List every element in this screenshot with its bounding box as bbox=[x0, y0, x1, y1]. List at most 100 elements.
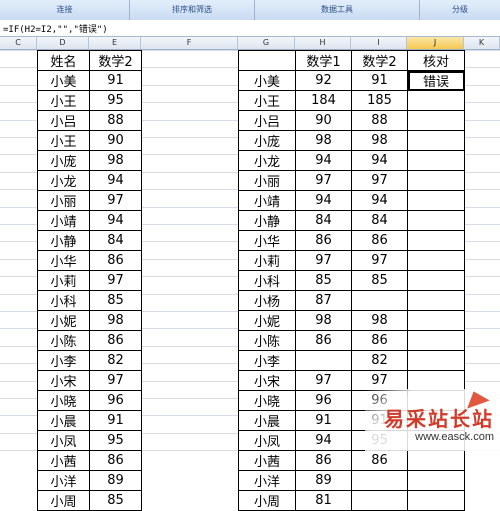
table-cell[interactable]: 85 bbox=[89, 290, 142, 311]
table-cell[interactable]: 86 bbox=[89, 330, 142, 351]
table-cell[interactable]: 98 bbox=[89, 310, 142, 331]
column-header-h[interactable]: H bbox=[295, 37, 351, 49]
table-cell[interactable]: 84 bbox=[89, 230, 142, 251]
table-cell[interactable]: 小龙 bbox=[238, 150, 296, 171]
table-cell[interactable]: 94 bbox=[351, 190, 408, 211]
table-cell[interactable]: 小周 bbox=[238, 490, 296, 511]
table-cell[interactable]: 98 bbox=[295, 130, 352, 151]
table-cell[interactable]: 97 bbox=[89, 370, 142, 391]
table-cell[interactable]: 小丽 bbox=[37, 190, 90, 211]
table-cell[interactable]: 小宋 bbox=[37, 370, 90, 391]
table-cell[interactable]: 小茜 bbox=[37, 450, 90, 471]
table-cell[interactable]: 小王 bbox=[238, 90, 296, 111]
table-cell[interactable]: 184 bbox=[295, 90, 352, 111]
table-cell[interactable]: 95 bbox=[89, 90, 142, 111]
table-cell[interactable]: 小李 bbox=[37, 350, 90, 371]
table-cell[interactable] bbox=[407, 130, 465, 151]
table-cell[interactable]: 94 bbox=[89, 170, 142, 191]
table-cell[interactable]: 97 bbox=[295, 250, 352, 271]
table-cell[interactable]: 小美 bbox=[37, 70, 90, 91]
table-cell[interactable]: 小吕 bbox=[37, 110, 90, 131]
table-cell[interactable]: 小莉 bbox=[238, 250, 296, 271]
table-cell[interactable]: 97 bbox=[351, 170, 408, 191]
table-cell[interactable]: 小庞 bbox=[238, 130, 296, 151]
table-cell[interactable]: 90 bbox=[89, 130, 142, 151]
table-cell[interactable]: 小晨 bbox=[37, 410, 90, 431]
formula-text[interactable]: =IF(H2=I2,"","错误") bbox=[3, 22, 108, 35]
table-cell[interactable]: 85 bbox=[351, 270, 408, 291]
table-cell[interactable]: 86 bbox=[351, 230, 408, 251]
table-cell[interactable]: 87 bbox=[295, 290, 352, 311]
column-header-k[interactable]: K bbox=[464, 37, 500, 49]
table-cell[interactable]: 88 bbox=[89, 110, 142, 131]
table-cell[interactable] bbox=[351, 490, 408, 511]
table-cell[interactable]: 94 bbox=[295, 430, 352, 451]
formula-bar[interactable]: =IF(H2=I2,"","错误") bbox=[0, 20, 500, 37]
column-header-i[interactable]: I bbox=[351, 37, 407, 49]
table-cell[interactable]: 小晓 bbox=[238, 390, 296, 411]
table-cell[interactable] bbox=[407, 190, 465, 211]
table-cell[interactable]: 小美 bbox=[238, 70, 296, 91]
table-cell[interactable]: 小李 bbox=[238, 350, 296, 371]
table-cell[interactable] bbox=[407, 210, 465, 231]
table-cell[interactable]: 小妮 bbox=[37, 310, 90, 331]
table-cell[interactable]: 91 bbox=[351, 70, 408, 91]
table-cell[interactable]: 小庞 bbox=[37, 150, 90, 171]
selected-cell[interactable]: 错误 bbox=[407, 70, 465, 91]
table-cell[interactable]: 98 bbox=[295, 310, 352, 331]
table-cell[interactable]: 小洋 bbox=[37, 470, 90, 491]
column-header-e[interactable]: E bbox=[89, 37, 141, 49]
table-cell[interactable] bbox=[407, 470, 465, 491]
table-cell[interactable]: 86 bbox=[295, 330, 352, 351]
table-cell[interactable]: 小凤 bbox=[238, 430, 296, 451]
table-cell[interactable]: 94 bbox=[89, 210, 142, 231]
table-cell[interactable]: 82 bbox=[351, 350, 408, 371]
table-cell[interactable]: 91 bbox=[89, 410, 142, 431]
table-cell[interactable] bbox=[407, 110, 465, 131]
table-cell[interactable]: 小宋 bbox=[238, 370, 296, 391]
column-header-d[interactable]: D bbox=[37, 37, 89, 49]
table-cell[interactable]: 小陈 bbox=[238, 330, 296, 351]
table-cell[interactable]: 88 bbox=[351, 110, 408, 131]
table-cell[interactable]: 小妮 bbox=[238, 310, 296, 331]
table-cell[interactable]: 98 bbox=[351, 310, 408, 331]
table-cell[interactable]: 小杨 bbox=[238, 290, 296, 311]
ribbon-group-data-tools[interactable]: 数据工具 bbox=[255, 0, 420, 20]
ribbon-group-outline[interactable]: 分级 bbox=[420, 0, 500, 20]
table-cell[interactable] bbox=[351, 470, 408, 491]
table-cell[interactable] bbox=[407, 230, 465, 251]
table-cell[interactable]: 97 bbox=[89, 190, 142, 211]
table-cell[interactable]: 小茜 bbox=[238, 450, 296, 471]
table-cell[interactable]: 小科 bbox=[37, 290, 90, 311]
table-cell[interactable]: 小晨 bbox=[238, 410, 296, 431]
table-cell[interactable]: 185 bbox=[351, 90, 408, 111]
table-cell[interactable]: 97 bbox=[89, 270, 142, 291]
table-cell[interactable]: 小晓 bbox=[37, 390, 90, 411]
table-cell[interactable]: 小周 bbox=[37, 490, 90, 511]
table-cell[interactable]: 86 bbox=[295, 230, 352, 251]
table-cell[interactable]: 81 bbox=[295, 490, 352, 511]
header-cell[interactable]: 核对 bbox=[407, 50, 465, 71]
table-cell[interactable]: 82 bbox=[89, 350, 142, 371]
table-cell[interactable]: 小王 bbox=[37, 90, 90, 111]
table-cell[interactable]: 小华 bbox=[37, 250, 90, 271]
table-cell[interactable] bbox=[407, 90, 465, 111]
column-header-f[interactable]: F bbox=[141, 37, 238, 49]
table-cell[interactable]: 96 bbox=[295, 390, 352, 411]
table-cell[interactable] bbox=[407, 290, 465, 311]
table-cell[interactable]: 小靖 bbox=[37, 210, 90, 231]
table-cell[interactable]: 91 bbox=[89, 70, 142, 91]
table-cell[interactable] bbox=[407, 310, 465, 331]
table-cell[interactable]: 96 bbox=[89, 390, 142, 411]
table-cell[interactable] bbox=[407, 150, 465, 171]
table-cell[interactable]: 98 bbox=[89, 150, 142, 171]
table-cell[interactable]: 小莉 bbox=[37, 270, 90, 291]
table-cell[interactable]: 86 bbox=[89, 450, 142, 471]
table-cell[interactable]: 小吕 bbox=[238, 110, 296, 131]
table-cell[interactable]: 97 bbox=[351, 370, 408, 391]
table-cell[interactable] bbox=[407, 170, 465, 191]
table-cell[interactable]: 97 bbox=[295, 170, 352, 191]
table-cell[interactable]: 小静 bbox=[238, 210, 296, 231]
header-cell[interactable]: 数学2 bbox=[351, 50, 408, 71]
table-cell[interactable]: 90 bbox=[295, 110, 352, 131]
